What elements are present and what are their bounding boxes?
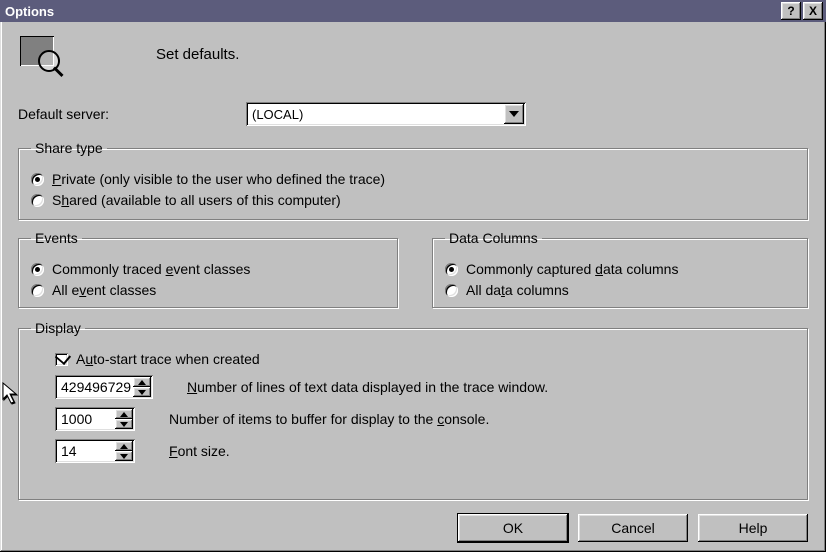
dialog-icon	[20, 36, 54, 66]
help-button[interactable]: Help	[698, 514, 808, 542]
buffer-value: 1000	[61, 411, 92, 427]
events-all-label: All event classes	[52, 282, 156, 298]
close-icon: X	[809, 4, 817, 18]
share-shared-label: Shared (available to all users of this c…	[52, 192, 341, 208]
titlebar-close-button[interactable]: X	[803, 2, 823, 20]
help-icon: ?	[787, 4, 794, 18]
fontsize-row: 14 Font size.	[55, 439, 795, 463]
radio-icon	[31, 194, 44, 207]
data-all-option[interactable]: All data columns	[445, 282, 795, 298]
cancel-button[interactable]: Cancel	[578, 514, 688, 542]
lines-input[interactable]: 429496729	[55, 375, 153, 399]
radio-icon	[31, 173, 44, 186]
share-private-option[interactable]: Private (only visible to the user who de…	[31, 171, 795, 187]
buffer-input[interactable]: 1000	[55, 407, 135, 431]
lines-value: 429496729	[61, 379, 131, 395]
ok-button[interactable]: OK	[458, 514, 568, 542]
spin-down-icon[interactable]	[115, 419, 133, 429]
dialog-button-row: OK Cancel Help	[458, 514, 808, 542]
spin-buttons[interactable]	[115, 441, 133, 461]
events-group: Events Commonly traced event classes All…	[18, 230, 398, 308]
events-all-option[interactable]: All event classes	[31, 282, 385, 298]
display-legend: Display	[31, 320, 85, 336]
data-common-option[interactable]: Commonly captured data columns	[445, 261, 795, 277]
radio-icon	[445, 284, 458, 297]
spin-up-icon[interactable]	[115, 441, 133, 451]
auto-start-option[interactable]: Auto-start trace when created	[55, 351, 795, 367]
magnifier-handle-icon	[53, 66, 64, 77]
buffer-label: Number of items to buffer for display to…	[169, 411, 489, 427]
default-server-value: (LOCAL)	[252, 107, 303, 122]
share-type-group: Share type Private (only visible to the …	[18, 140, 808, 220]
titlebar-help-button[interactable]: ?	[781, 2, 801, 20]
titlebar: Options ? X	[0, 0, 826, 22]
fontsize-label: Font size.	[169, 443, 230, 459]
radio-icon	[31, 284, 44, 297]
lines-label: Number of lines of text data displayed i…	[187, 379, 548, 395]
auto-start-label: Auto-start trace when created	[76, 351, 260, 367]
options-dialog: Options ? X Set defaults. Default server…	[0, 0, 826, 552]
events-common-option[interactable]: Commonly traced event classes	[31, 261, 385, 277]
events-common-label: Commonly traced event classes	[52, 261, 250, 277]
radio-icon	[445, 263, 458, 276]
share-type-legend: Share type	[31, 140, 107, 156]
display-group: Display Auto-start trace when created 42…	[18, 320, 808, 500]
spin-up-icon[interactable]	[133, 377, 151, 387]
window-title: Options	[3, 4, 779, 19]
radio-icon	[31, 263, 44, 276]
checkbox-icon	[55, 353, 68, 366]
header-text: Set defaults.	[156, 46, 239, 63]
share-private-label: Private (only visible to the user who de…	[52, 171, 385, 187]
data-all-label: All data columns	[466, 282, 569, 298]
combo-dropdown-button[interactable]	[504, 104, 524, 124]
fontsize-input[interactable]: 14	[55, 439, 135, 463]
spin-buttons[interactable]	[133, 377, 151, 397]
buffer-row: 1000 Number of items to buffer for displ…	[55, 407, 795, 431]
default-server-label: Default server:	[18, 106, 109, 122]
default-server-combo[interactable]: (LOCAL)	[246, 102, 526, 126]
spin-up-icon[interactable]	[115, 409, 133, 419]
data-common-label: Commonly captured data columns	[466, 261, 678, 277]
share-shared-option[interactable]: Shared (available to all users of this c…	[31, 192, 795, 208]
lines-row: 429496729 Number of lines of text data d…	[55, 375, 795, 399]
spin-down-icon[interactable]	[115, 451, 133, 461]
spin-down-icon[interactable]	[133, 387, 151, 397]
events-legend: Events	[31, 230, 82, 246]
fontsize-value: 14	[61, 443, 77, 459]
data-columns-group: Data Columns Commonly captured data colu…	[432, 230, 808, 308]
spin-buttons[interactable]	[115, 409, 133, 429]
data-columns-legend: Data Columns	[445, 230, 542, 246]
